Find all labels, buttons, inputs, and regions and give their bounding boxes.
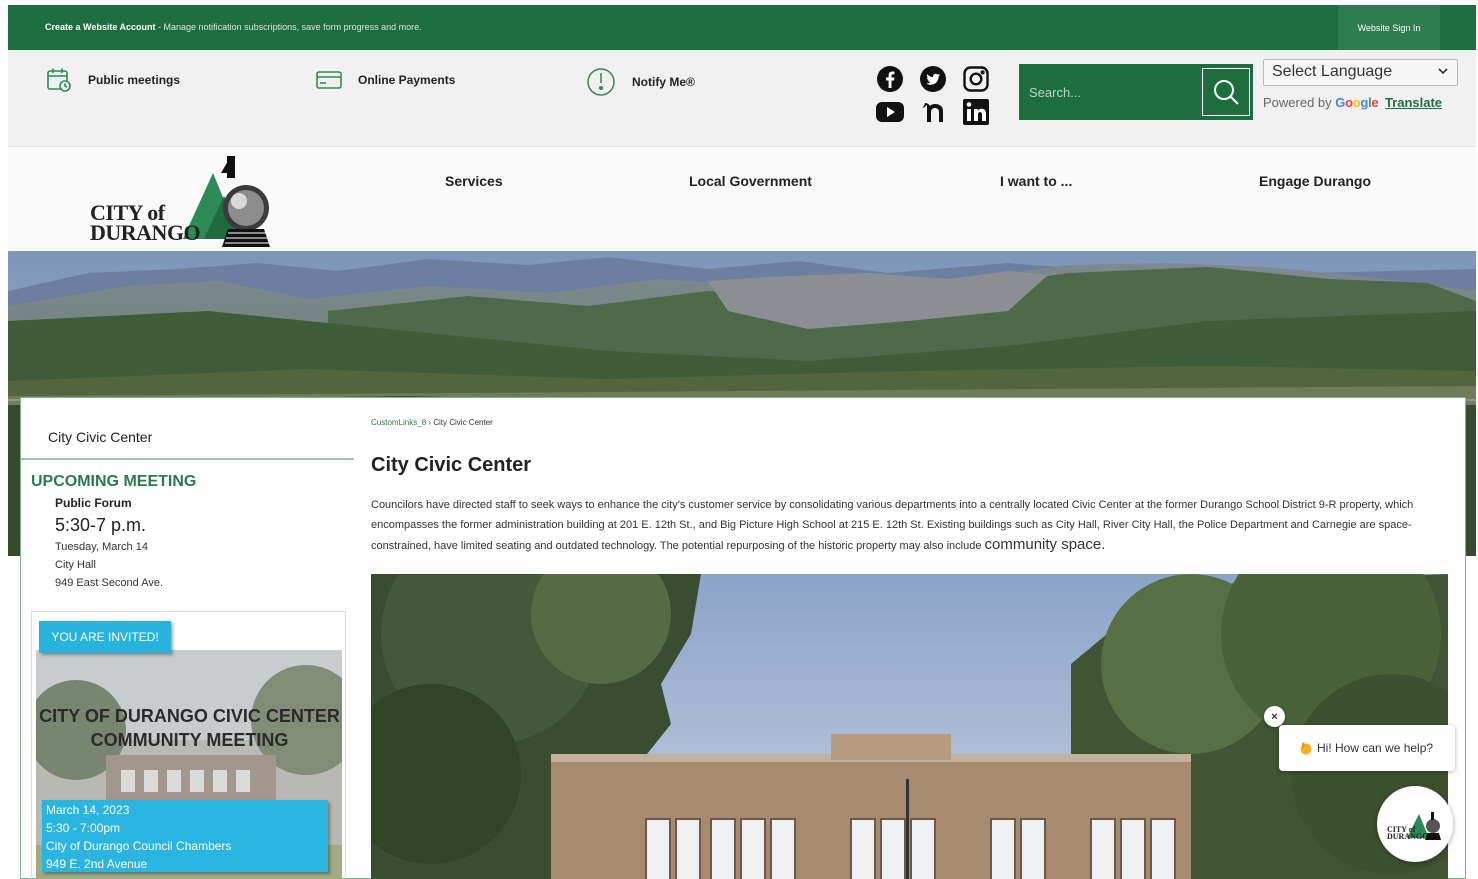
sidebar-divider <box>21 458 354 460</box>
utility-bar: Public meetings Online Payments Notify M… <box>8 50 1476 146</box>
body-paragraph-large: community space. <box>984 536 1106 553</box>
breadcrumb: CustomLinks_8 › City Civic Center <box>371 418 493 427</box>
upcoming-meeting-heading: UPCOMING MEETING <box>31 473 197 490</box>
flyer-address: 949 E. 2nd Avenue <box>46 857 148 871</box>
calendar-icon <box>47 68 71 92</box>
search-button[interactable] <box>1202 68 1250 116</box>
google-translate-credit: Powered by Google Translate <box>1263 95 1442 110</box>
online-payments-link[interactable]: Online Payments <box>316 67 455 93</box>
notification-icon <box>587 68 615 96</box>
waving-hand-icon <box>1300 742 1312 755</box>
flyer-headline-line1: CITY OF DURANGO CIVIC CENTER <box>39 706 340 726</box>
flyer-venue: City of Durango Council Chambers <box>46 839 232 853</box>
event-name: Public Forum <box>55 496 132 510</box>
chat-greeting-bubble[interactable]: Hi! How can we help? <box>1279 725 1455 771</box>
create-account-link[interactable]: Create a Website Account - Manage notifi… <box>45 22 422 32</box>
svg-text:DURANGO: DURANGO <box>1387 832 1428 841</box>
top-banner: Create a Website Account - Manage notifi… <box>8 5 1476 50</box>
search-icon <box>1214 80 1239 105</box>
chevron-down-icon <box>1438 68 1448 75</box>
chat-launcher-button[interactable]: CITY of DURANGO <box>1377 786 1453 862</box>
powered-by-label: Powered by <box>1263 95 1332 110</box>
invitation-flyer[interactable]: YOU ARE INVITED! CITY OF DURANGO CIVIC C… <box>31 611 346 879</box>
page-title: City Civic Center <box>371 454 532 476</box>
public-meetings-label: Public meetings <box>88 73 181 87</box>
page: Create a Website Account - Manage notifi… <box>0 0 1478 879</box>
nav-services[interactable]: Services <box>445 173 503 189</box>
event-date: Tuesday, March 14 <box>55 541 148 553</box>
event-address: 949 East Second Ave. <box>55 577 164 589</box>
notify-me-label: Notify Me® <box>632 75 695 89</box>
linkedin-icon[interactable] <box>961 97 991 127</box>
translate-link[interactable]: Translate <box>1385 95 1442 110</box>
flyer-time: 5:30 - 7:00pm <box>46 821 121 835</box>
nav-engage-durango[interactable]: Engage Durango <box>1259 173 1371 189</box>
flyer-details: March 14, 2023 5:30 - 7:00pm City of Dur… <box>42 800 328 872</box>
search-box <box>1019 64 1253 120</box>
notify-me-link[interactable]: Notify Me® <box>586 67 695 97</box>
event-time: 5:30-7 p.m. <box>55 515 147 535</box>
flyer-headline-line2: COMMUNITY MEETING <box>90 730 289 750</box>
chat-close-button[interactable]: × <box>1264 706 1285 727</box>
content-card: City Civic Center UPCOMING MEETING Publi… <box>20 397 1466 879</box>
site-header: CITY of DURANGO Services Local Governmen… <box>8 146 1476 251</box>
youtube-icon[interactable] <box>875 97 905 127</box>
twitter-icon[interactable] <box>918 64 948 94</box>
logo-wordmark: CITY of DURANGO <box>90 202 201 245</box>
city-logo[interactable]: CITY of DURANGO <box>88 151 278 247</box>
page-body-text: Councilors have directed staff to seek w… <box>371 495 1451 556</box>
facebook-icon[interactable] <box>875 64 905 94</box>
body-paragraph: Councilors have directed staff to seek w… <box>371 499 1414 552</box>
flyer-date: March 14, 2023 <box>46 803 130 817</box>
website-sign-in-button[interactable]: Website Sign In <box>1338 5 1440 50</box>
breadcrumb-current: City Civic Center <box>433 418 493 427</box>
language-select[interactable]: Select Language <box>1263 59 1458 86</box>
flyer-headline: CITY OF DURANGO CIVIC CENTER COMMUNITY M… <box>32 704 345 752</box>
you-are-invited-tag: YOU ARE INVITED! <box>39 621 171 653</box>
city-logo-icon: CITY of DURANGO <box>1387 812 1441 841</box>
create-account-label[interactable]: Create a Website Account <box>45 22 156 32</box>
google-logo: Google <box>1335 95 1379 110</box>
instagram-icon[interactable] <box>961 64 991 94</box>
breadcrumb-link-customlinks[interactable]: CustomLinks_8 <box>371 418 426 427</box>
nav-i-want-to[interactable]: I want to ... <box>1000 173 1072 189</box>
language-select-label: Select Language <box>1272 63 1393 80</box>
sidebar-title[interactable]: City Civic Center <box>48 429 152 445</box>
nextdoor-icon[interactable] <box>918 97 948 127</box>
chat-greeting-text: Hi! How can we help? <box>1317 741 1434 755</box>
nav-local-government[interactable]: Local Government <box>689 173 812 189</box>
search-input[interactable] <box>1029 80 1189 104</box>
social-links <box>875 64 993 128</box>
credit-card-icon <box>316 71 342 89</box>
public-meetings-link[interactable]: Public meetings <box>46 67 180 93</box>
logo-text-durango: DURANGO <box>90 220 201 245</box>
create-account-description: - Manage notification subscriptions, sav… <box>155 22 422 32</box>
event-location: City Hall <box>55 559 96 571</box>
online-payments-label: Online Payments <box>358 73 456 87</box>
